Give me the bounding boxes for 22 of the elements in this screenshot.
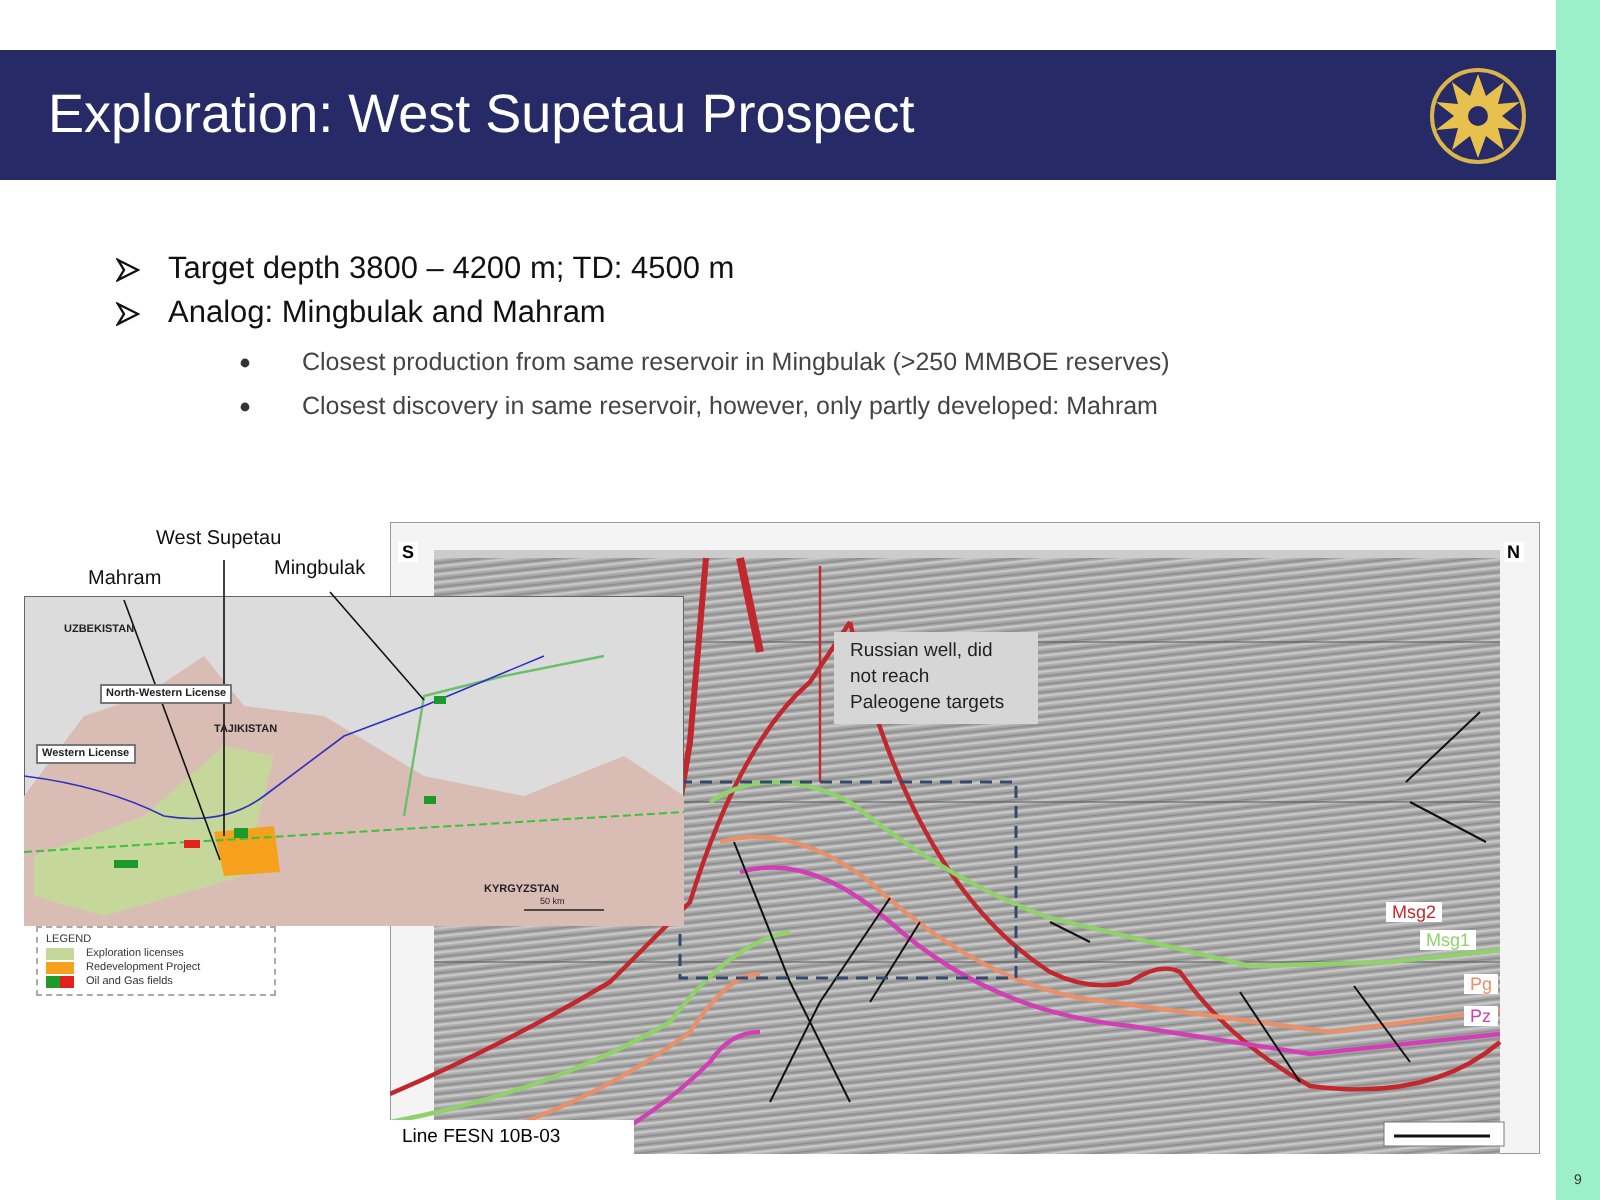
sun-logo-icon (1428, 65, 1528, 165)
bullet-text: Closest discovery in same reservoir, however, only partly developed: Mahram (302, 392, 1158, 420)
direction-label: N (1503, 542, 1524, 562)
slide-title: Exploration: West Supetau Prospect (48, 84, 915, 146)
horizon-label: Msg1 (1420, 930, 1477, 950)
bullet-text: Analog: Mingbulak and Mahram (168, 296, 606, 332)
bullet-dot-icon (240, 401, 250, 411)
bullet-text: Closest production from same reservoir in Mingbulak (>250 MMBOE reserves) (302, 348, 1170, 376)
horizon-label: Msg2 (1386, 902, 1443, 922)
place-label: Mahram (88, 568, 162, 590)
well-note: Russian well, did not reach Paleogene targets (834, 632, 1038, 725)
line-name-label: Line FESN 10B-03 (390, 1120, 634, 1154)
direction-label: S (398, 542, 419, 562)
leader-line (329, 591, 425, 701)
bullet-dot-icon (240, 357, 250, 367)
place-label: West Supetau (156, 528, 282, 550)
horizon-label: Pg (1464, 974, 1499, 994)
horizon-label: Pz (1464, 1006, 1498, 1026)
place-label: Mingbulak (274, 558, 366, 580)
arrow-bullet-icon (116, 258, 140, 282)
bullet-text: Target depth 3800 – 4200 m; TD: 4500 m (168, 252, 735, 288)
arrow-bullet-icon (116, 302, 140, 326)
